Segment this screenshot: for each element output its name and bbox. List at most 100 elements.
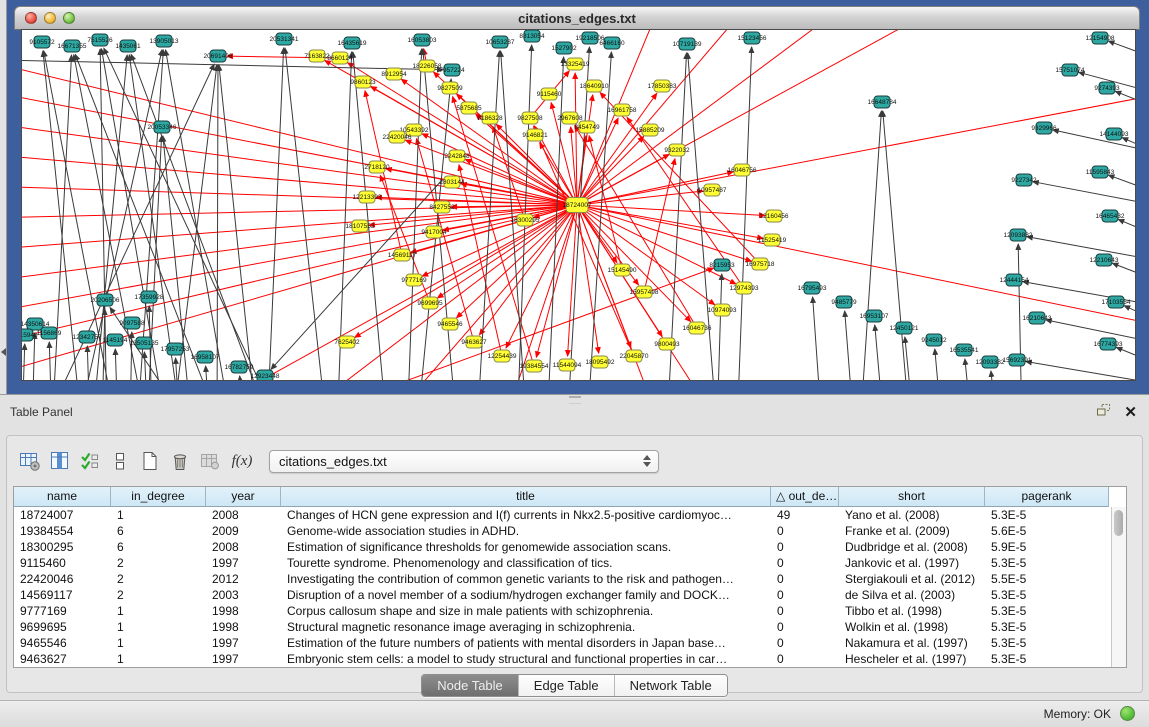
table-mode-button[interactable] — [15, 448, 45, 474]
table-scrollbar[interactable] — [1111, 507, 1126, 667]
graph-node[interactable]: 16671355 — [58, 40, 87, 52]
graph-node[interactable]: 13505135 — [130, 337, 159, 349]
delete-column-button[interactable] — [165, 448, 195, 474]
graph-node[interactable]: 8660124 — [327, 52, 353, 64]
graph-node[interactable]: 20531341 — [270, 33, 299, 45]
graph-node[interactable]: 22045870 — [620, 350, 649, 362]
graph-node[interactable]: 11595843 — [1086, 166, 1115, 178]
graph-node[interactable]: 18640910 — [580, 80, 609, 92]
graph-node[interactable]: 2803144 — [439, 176, 465, 188]
tab-edge-table[interactable]: Edge Table — [518, 675, 614, 696]
graph-node[interactable]: 16975718 — [746, 258, 775, 270]
graph-node[interactable]: 8186328 — [477, 112, 503, 124]
graph-node[interactable]: 15751074 — [1056, 64, 1085, 76]
table-row[interactable]: 2242004622012Investigating the contribut… — [14, 571, 1126, 587]
graph-node[interactable]: 10974093 — [708, 304, 737, 316]
graph-node[interactable]: 12093882 — [1004, 229, 1033, 241]
graph-node[interactable]: 16535541 — [950, 344, 979, 356]
table-row[interactable]: 1938455462009Genome-wide association stu… — [14, 523, 1126, 539]
graph-node[interactable]: 8912954 — [381, 68, 407, 80]
graph-node[interactable]: 5875685 — [456, 102, 482, 114]
graph-node[interactable]: 16046736 — [683, 322, 712, 334]
network-window-titlebar[interactable]: citations_edges.txt — [14, 6, 1140, 30]
collapse-handle-icon[interactable] — [1, 348, 6, 356]
graph-node[interactable]: 12093382 — [976, 356, 1005, 368]
graph-node[interactable]: 12444154 — [1000, 274, 1029, 286]
panel-resize-grip[interactable] — [569, 396, 581, 404]
graph-node[interactable]: 16465432 — [1096, 210, 1125, 222]
graph-node[interactable]: 14144093 — [1100, 128, 1129, 140]
graph-node[interactable]: 2718120 — [364, 161, 390, 173]
graph-node[interactable]: 20691406 — [204, 50, 233, 62]
graph-node[interactable]: 12974393 — [730, 282, 759, 294]
table-row[interactable]: 1830029562008Estimation of significance … — [14, 539, 1126, 555]
table-row[interactable]: 946554611997Estimation of the future num… — [14, 635, 1126, 651]
graph-node[interactable]: 1435061 — [115, 40, 141, 52]
graph-node[interactable]: 9146821 — [522, 129, 548, 141]
graph-node[interactable]: 18300295 — [511, 214, 540, 226]
graph-node[interactable]: 7957224 — [439, 64, 465, 76]
graph-node[interactable]: 9245012 — [921, 334, 947, 346]
graph-node[interactable]: 9274393 — [1094, 82, 1120, 94]
graph-node[interactable]: 1145194 — [103, 334, 128, 346]
table-row[interactable]: 969969511998Structural magnetic resonanc… — [14, 619, 1126, 635]
graph-node[interactable]: 9227342 — [1011, 174, 1037, 186]
graph-node[interactable]: 8813054 — [519, 30, 545, 42]
graph-node[interactable]: 15957498 — [630, 286, 659, 298]
graph-node[interactable]: 9800493 — [654, 338, 680, 350]
table-row[interactable]: 946362711997Embryonic stem cells: a mode… — [14, 651, 1126, 667]
create-column-button[interactable] — [135, 448, 165, 474]
graph-node[interactable]: 12160456 — [760, 210, 789, 222]
graph-node[interactable]: 16782759 — [225, 361, 254, 373]
graph-node[interactable]: 9827509 — [437, 82, 463, 94]
column-header-year[interactable]: year — [206, 487, 281, 507]
graph-node[interactable]: 16053803 — [408, 34, 437, 46]
graph-node[interactable]: 16648784 — [868, 96, 897, 108]
tab-node-table[interactable]: Node Table — [422, 675, 518, 696]
graph-node[interactable]: 18724007 — [563, 198, 592, 213]
graph-node[interactable]: 10957487 — [698, 184, 727, 196]
graph-node[interactable]: 11525419 — [758, 234, 787, 246]
table-selector[interactable]: citations_edges.txt — [269, 450, 659, 473]
float-panel-button[interactable] — [1096, 403, 1112, 422]
citation-network-graph[interactable]: 1872400786601249860123891295418226058982… — [22, 30, 1135, 380]
column-header-short[interactable]: short — [839, 487, 985, 507]
function-builder-button[interactable]: f(x) — [225, 448, 259, 474]
graph-node[interactable]: 17850383 — [648, 80, 677, 92]
close-panel-button[interactable]: ✕ — [1124, 406, 1137, 420]
graph-node[interactable]: 12210643 — [1090, 254, 1119, 266]
graph-node[interactable]: 8427552 — [429, 201, 455, 213]
column-header-in_degree[interactable]: in_degree — [111, 487, 206, 507]
graph-node[interactable]: 16774393 — [1094, 338, 1123, 350]
table-row[interactable]: 911546021997Tourette syndrome. Phenomeno… — [14, 555, 1126, 571]
graph-node[interactable]: 9463627 — [461, 336, 487, 348]
graph-node[interactable]: 15885209 — [636, 124, 665, 136]
graph-node[interactable]: 17359928 — [135, 291, 164, 303]
graph-node[interactable]: 9417004 — [421, 226, 447, 238]
graph-node[interactable]: 8215953 — [709, 259, 735, 271]
graph-node[interactable]: 15692391 — [1003, 354, 1032, 366]
graph-node[interactable]: 16046756 — [728, 164, 757, 176]
graph-node[interactable]: 12213393 — [353, 191, 382, 203]
graph-node[interactable]: 8454749 — [574, 121, 600, 133]
table-row[interactable]: 1872400712008Changes of HCN gene express… — [14, 507, 1126, 523]
graph-node[interactable]: 9465546 — [437, 318, 463, 330]
graph-node[interactable]: 9329966 — [1031, 122, 1057, 134]
scrollbar-thumb[interactable] — [1114, 510, 1123, 536]
network-canvas[interactable]: 1872400786601249860123891295418226058982… — [22, 30, 1135, 380]
graph-node[interactable]: 12254439 — [488, 350, 517, 362]
table-row[interactable]: 1456911722003Disruption of a novel membe… — [14, 587, 1126, 603]
column-header-pagerank[interactable]: pagerank — [985, 487, 1109, 507]
graph-node[interactable]: 16958107 — [191, 351, 220, 363]
graph-node[interactable]: 9115460 — [537, 88, 562, 100]
select-columns-button[interactable] — [75, 448, 105, 474]
graph-node[interactable]: 14569117 — [388, 249, 417, 261]
graph-node[interactable]: 13325419 — [561, 58, 590, 70]
graph-node[interactable]: 16795493 — [798, 282, 827, 294]
graph-node[interactable]: 17103554 — [1102, 296, 1131, 308]
graph-node[interactable]: 9485779 — [831, 296, 857, 308]
graph-node[interactable]: 20206506 — [91, 294, 120, 306]
tab-network-table[interactable]: Network Table — [614, 675, 727, 696]
graph-node[interactable]: 15123456 — [738, 32, 767, 44]
row-mode-button[interactable] — [105, 448, 135, 474]
